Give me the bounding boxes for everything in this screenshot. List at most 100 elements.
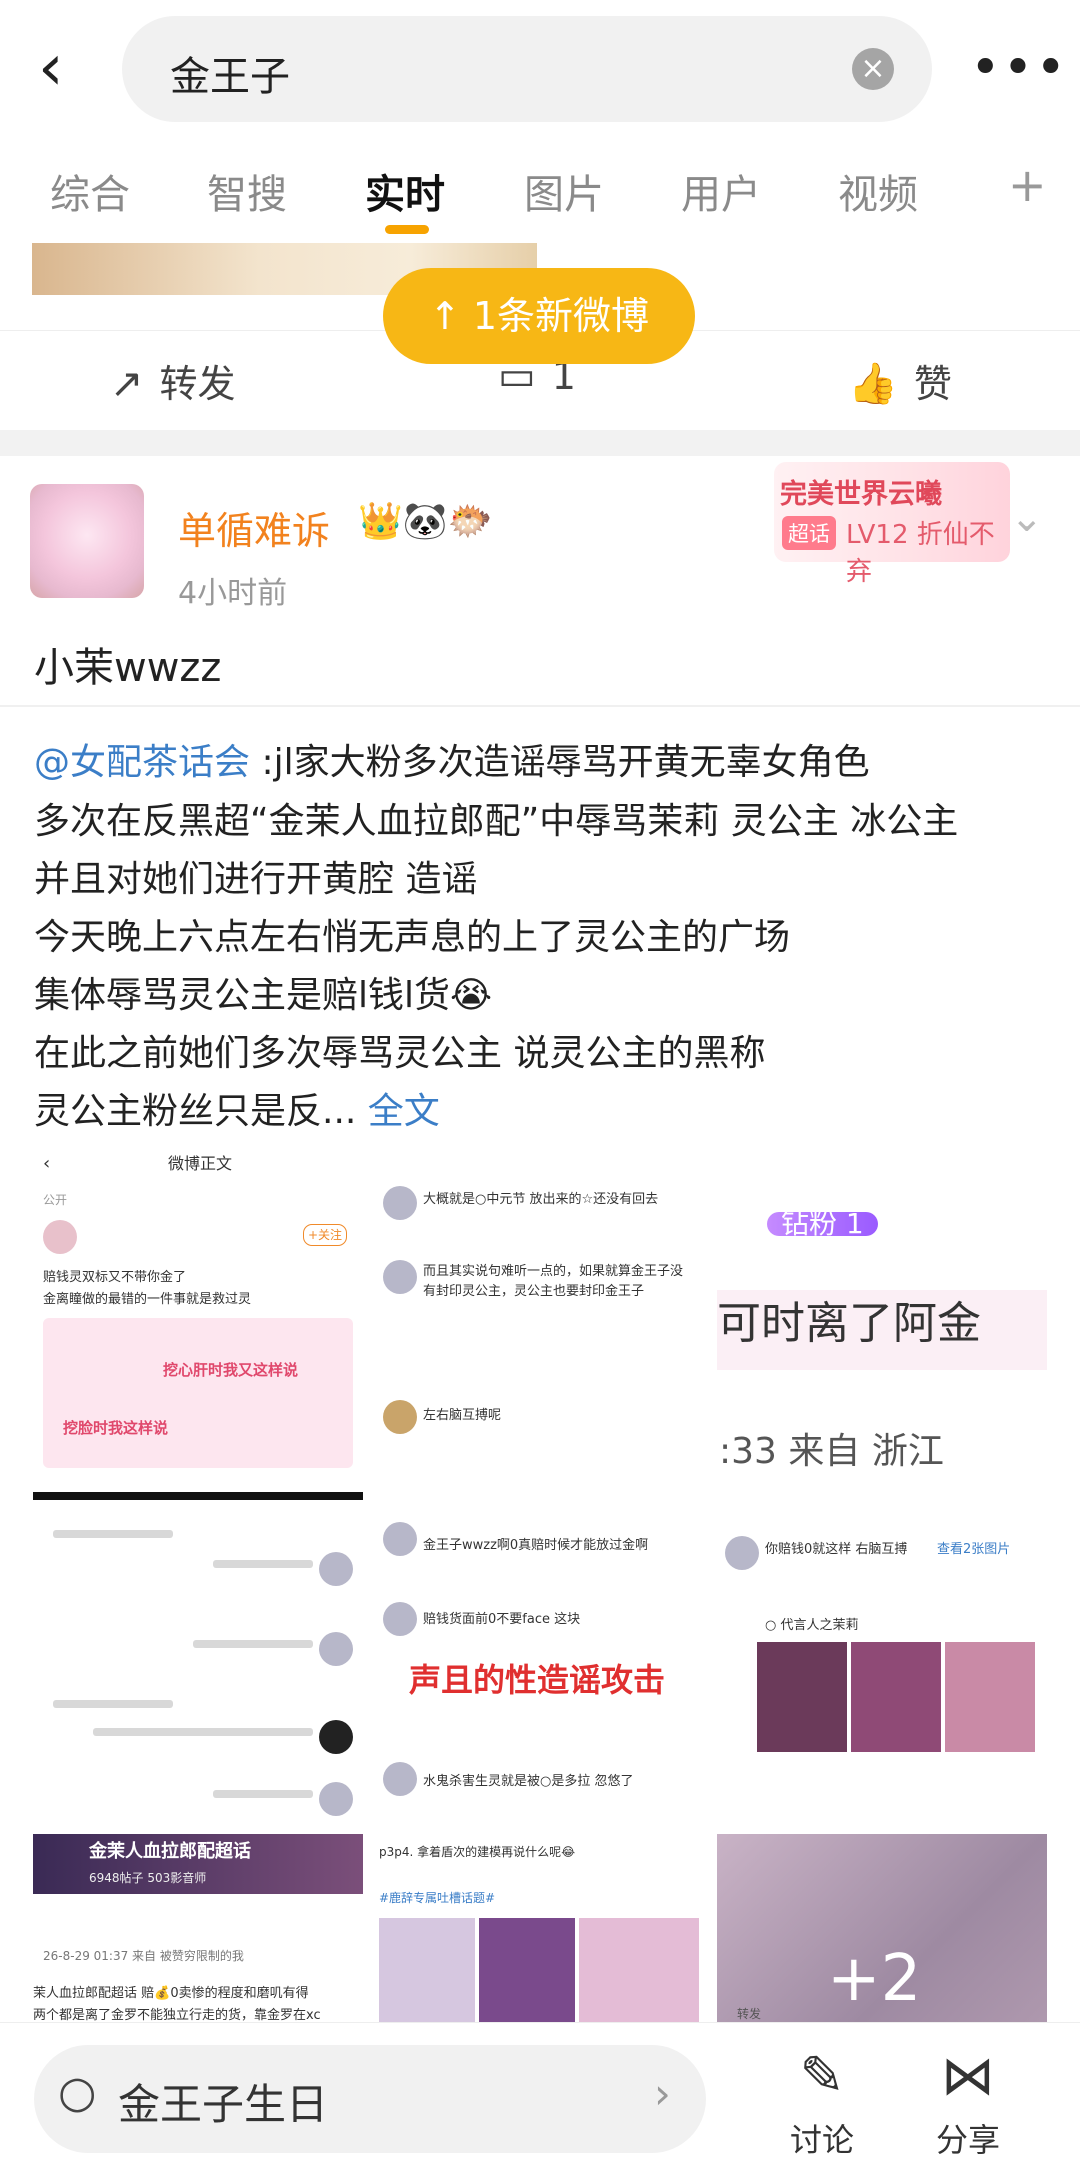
image-thumbnail	[945, 1642, 1035, 1752]
clear-icon[interactable]: ×	[852, 48, 894, 90]
mention-link[interactable]: @女配茶话会	[34, 742, 250, 783]
search-icon: ○	[58, 2067, 97, 2118]
user-badges: 👑🐼🐡	[358, 501, 493, 542]
repost-icon: ↗	[110, 361, 144, 407]
post-line: 灵公主粉丝只是反... 全文	[34, 1082, 440, 1134]
tab-zonghe[interactable]: 综合	[50, 162, 130, 220]
share-button[interactable]: ⋈ 分享	[918, 2041, 1018, 2161]
tab-shishi[interactable]: 实时	[365, 162, 445, 220]
image-text: 金茉人血拉郎配超话	[89, 1841, 251, 1862]
image-text: #鹿辞专属吐槽话题#	[379, 1891, 496, 1905]
share-icon: ⋈	[941, 2044, 995, 2107]
image-text	[93, 1728, 313, 1736]
avatar	[383, 1400, 417, 1434]
image-text	[213, 1560, 313, 1568]
more-images-count: +2	[827, 1942, 922, 2016]
like-button[interactable]: 👍 赞	[848, 353, 952, 408]
chevron-right-icon: ›	[654, 2069, 671, 2118]
avatar	[383, 1762, 417, 1796]
avatar	[319, 1720, 353, 1754]
bottom-bar: ○ 金王子生日 › ✎ 讨论 ⋈ 分享	[0, 2022, 1080, 2172]
avatar	[43, 1220, 77, 1254]
top-bar: ‹ 金王子 × •••	[0, 0, 1080, 135]
image-text	[53, 1530, 173, 1538]
post-line-text: :jl家大粉多次造谣辱骂开黄无辜女角色	[250, 742, 870, 783]
image-thumbnail	[379, 1918, 475, 2028]
supertopic-title: 完美世界云曦	[780, 479, 942, 510]
image-text: 可时离了阿金	[717, 1298, 981, 1349]
image-text: p3p4. 拿着盾次的建模再说什么呢😂	[379, 1845, 576, 1859]
follow-button: +关注	[303, 1224, 348, 1246]
avatar	[319, 1632, 353, 1666]
image-text: 金离瞳做的最错的一件事就是救过灵	[43, 1292, 252, 1307]
related-search-button[interactable]: ○ 金王子生日 ›	[34, 2045, 706, 2153]
tab-zhisou[interactable]: 智搜	[207, 162, 287, 220]
back-arrow-icon: ‹	[43, 1153, 51, 1174]
image-text: 声且的性造谣攻击	[409, 1661, 666, 1699]
divider	[0, 430, 1080, 456]
post-line: 集体辱骂灵公主是赔l钱l货😭	[34, 975, 493, 1016]
search-input[interactable]: 金王子 ×	[122, 16, 932, 122]
avatar	[725, 1536, 759, 1570]
post-image-3[interactable]: 钻粉 1 可时离了阿金 :33 来自 浙江	[717, 1150, 1047, 1480]
image-text: ○ 代言人之茉莉	[765, 1618, 859, 1633]
post-image-5[interactable]: 金王子wwzz啊0真赔时候才能放过金啊 赔钱货面前0不要face 这块 声且的性…	[375, 1492, 705, 1822]
post-line: 多次在反黑超“金茉人血拉郎配”中辱骂茉莉 灵公主 冰公主	[34, 801, 959, 842]
post-image-2[interactable]: 大概就是○中元节 放出来的☆还没有回去 而且其实说句难听一点的，如果就算金王子没…	[375, 1150, 705, 1480]
post-line: 今天晚上六点左右悄无声息的上了灵公主的广场	[34, 917, 791, 958]
like-label: 赞	[913, 362, 952, 406]
image-text: 金王子wwzz啊0真赔时候才能放过金啊	[423, 1538, 649, 1553]
image-text: 茉人血拉郎配超话 赔💰0卖惨的程度和磨叽有得	[33, 1986, 309, 2001]
image-thumbnail	[43, 1318, 353, 1468]
image-text: 6948帖子 503影音师	[89, 1871, 207, 1885]
image-thumbnail	[851, 1642, 941, 1752]
chevron-down-icon[interactable]: ⌄	[1010, 495, 1044, 541]
avatar	[319, 1552, 353, 1586]
avatar	[383, 1260, 417, 1294]
image-text	[213, 1790, 313, 1798]
post-title: 小茉wwzz	[34, 645, 222, 691]
repost-button[interactable]: ↗ 转发	[110, 353, 236, 408]
image-text: 转发	[737, 2007, 762, 2021]
post-line: @女配茶话会 :jl家大粉多次造谣辱骂开黄无辜女角色	[34, 733, 870, 785]
discuss-label: 讨论	[789, 2121, 854, 2159]
image-text: 挖脸时我这样说	[63, 1419, 169, 1437]
active-tab-indicator	[385, 225, 429, 234]
related-search-text: 金王子生日	[118, 2080, 329, 2129]
image-text: 左右脑互搏呢	[423, 1408, 502, 1423]
image-text: 钻粉 1	[767, 1210, 878, 1238]
image-text: 赔钱货面前0不要face 这块	[423, 1612, 581, 1627]
username[interactable]: 单循难诉	[178, 500, 330, 555]
tab-yonghu[interactable]: 用户	[681, 162, 761, 220]
avatar	[383, 1186, 417, 1220]
share-label: 分享	[935, 2121, 1000, 2159]
post-image-1[interactable]: ‹ 微博正文 公开 +关注 赔钱灵双标又不带你金了 金离瞳做的最错的一件事就是救…	[33, 1150, 363, 1480]
tab-tupian[interactable]: 图片	[524, 162, 604, 220]
avatar	[319, 1782, 353, 1816]
image-text: 查看2张图片	[937, 1542, 1011, 1557]
add-tab-icon[interactable]: +	[1008, 158, 1047, 212]
discuss-button[interactable]: ✎ 讨论	[772, 2041, 872, 2161]
divider	[0, 705, 1080, 707]
image-text: 水鬼杀害生灵就是被○是多拉 忽悠了	[423, 1774, 634, 1789]
search-query[interactable]: 金王子	[170, 44, 290, 102]
image-thumbnail	[757, 1642, 847, 1752]
post-image-6[interactable]: 你赔钱0就这样 右脑互搏 查看2张图片 ○ 代言人之茉莉	[717, 1492, 1047, 1822]
post-line: 并且对她们进行开黄腔 造谣	[34, 859, 478, 900]
image-text: :33 来自 浙江	[719, 1431, 944, 1472]
image-header: 微博正文	[168, 1154, 233, 1173]
supertopic-badge[interactable]: 完美世界云曦 超话 LV12 折仙不弃	[774, 462, 1010, 587]
full-text-link[interactable]: 全文	[368, 1091, 440, 1132]
more-icon[interactable]: •••	[970, 38, 1068, 98]
image-text: 你赔钱0就这样 右脑互搏	[765, 1542, 908, 1557]
like-icon: 👍	[848, 361, 898, 407]
post-image-4[interactable]	[33, 1492, 363, 1830]
post-line-text: 灵公主粉丝只是反...	[34, 1091, 357, 1132]
avatar[interactable]	[30, 484, 144, 598]
image-text: 26-8-29 01:37 来自 被赞穷限制的我	[43, 1949, 244, 1963]
image-thumbnail	[579, 1918, 699, 2028]
back-arrow-icon[interactable]: ‹	[38, 36, 88, 100]
new-posts-pill[interactable]: ↑ 1条新微博	[383, 268, 695, 364]
image-text: 而且其实说句难听一点的，如果就算金王子没有封印灵公主，灵公主也要封印金王子	[423, 1264, 684, 1299]
tab-shipin[interactable]: 视频	[838, 162, 918, 220]
